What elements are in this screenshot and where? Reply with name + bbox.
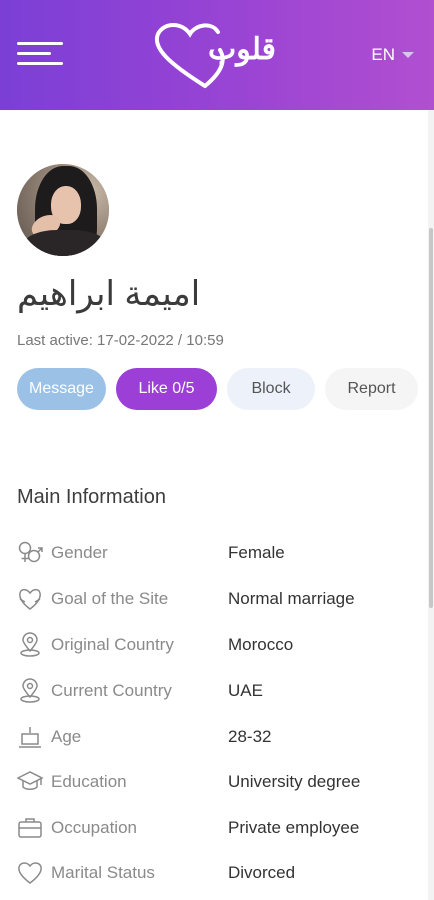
info-value: Private employee [228,818,360,837]
chevron-down-icon [402,52,414,58]
info-label: Gender [51,543,108,562]
heart-hands-icon [19,588,41,610]
hamburger-menu-icon[interactable] [17,42,63,68]
last-active-text: Last active: 17-02-2022 / 10:59 [17,332,224,349]
info-label: Age [51,727,82,746]
app-header: قلوب EN [0,0,434,110]
language-selector[interactable]: EN [371,45,414,65]
info-value: Morocco [228,635,294,654]
logo-text: قلوب [208,32,277,67]
location-pin-icon [20,632,40,657]
info-label: Current Country [51,681,172,700]
info-row-education: Education University degree [17,767,417,797]
profile-name: اميمة ابراهيم [17,275,201,313]
language-label: EN [371,45,395,64]
info-row-marital-status: Marital Status Divorced [17,858,417,888]
info-value: Normal marriage [228,589,355,608]
info-value: University degree [228,772,361,791]
graduation-cap-icon [17,771,43,790]
info-value: UAE [228,681,263,700]
scrollbar[interactable] [428,110,434,900]
info-label: Original Country [51,635,174,654]
briefcase-icon [18,818,42,838]
report-button[interactable]: Report [325,368,418,410]
info-row-age: Age 28-32 [17,722,417,752]
info-row-goal: Goal of the Site Normal marriage [17,584,417,614]
scrollbar-thumb[interactable] [429,228,433,608]
message-button[interactable]: Message [17,368,106,410]
info-row-gender: Gender Female [17,538,417,568]
info-label: Education [51,772,127,791]
profile-avatar[interactable] [17,164,109,256]
info-value: Divorced [228,863,296,882]
birthday-cake-icon [19,727,41,748]
info-row-current-country: Current Country UAE [17,676,417,706]
gender-icon [18,541,43,563]
info-row-original-country: Original Country Morocco [17,630,417,660]
info-label: Occupation [51,818,137,837]
like-button[interactable]: Like 0/5 [116,368,217,410]
main-information-title: Main Information [17,486,166,508]
info-row-occupation: Occupation Private employee [17,813,417,843]
info-label: Marital Status [51,863,155,882]
app-logo[interactable]: قلوب [150,20,290,92]
info-value: Female [228,543,285,562]
heart-icon [18,862,42,884]
location-pin-icon [20,678,40,703]
info-label: Goal of the Site [51,589,169,608]
block-button[interactable]: Block [227,368,315,410]
info-value: 28-32 [228,727,272,746]
